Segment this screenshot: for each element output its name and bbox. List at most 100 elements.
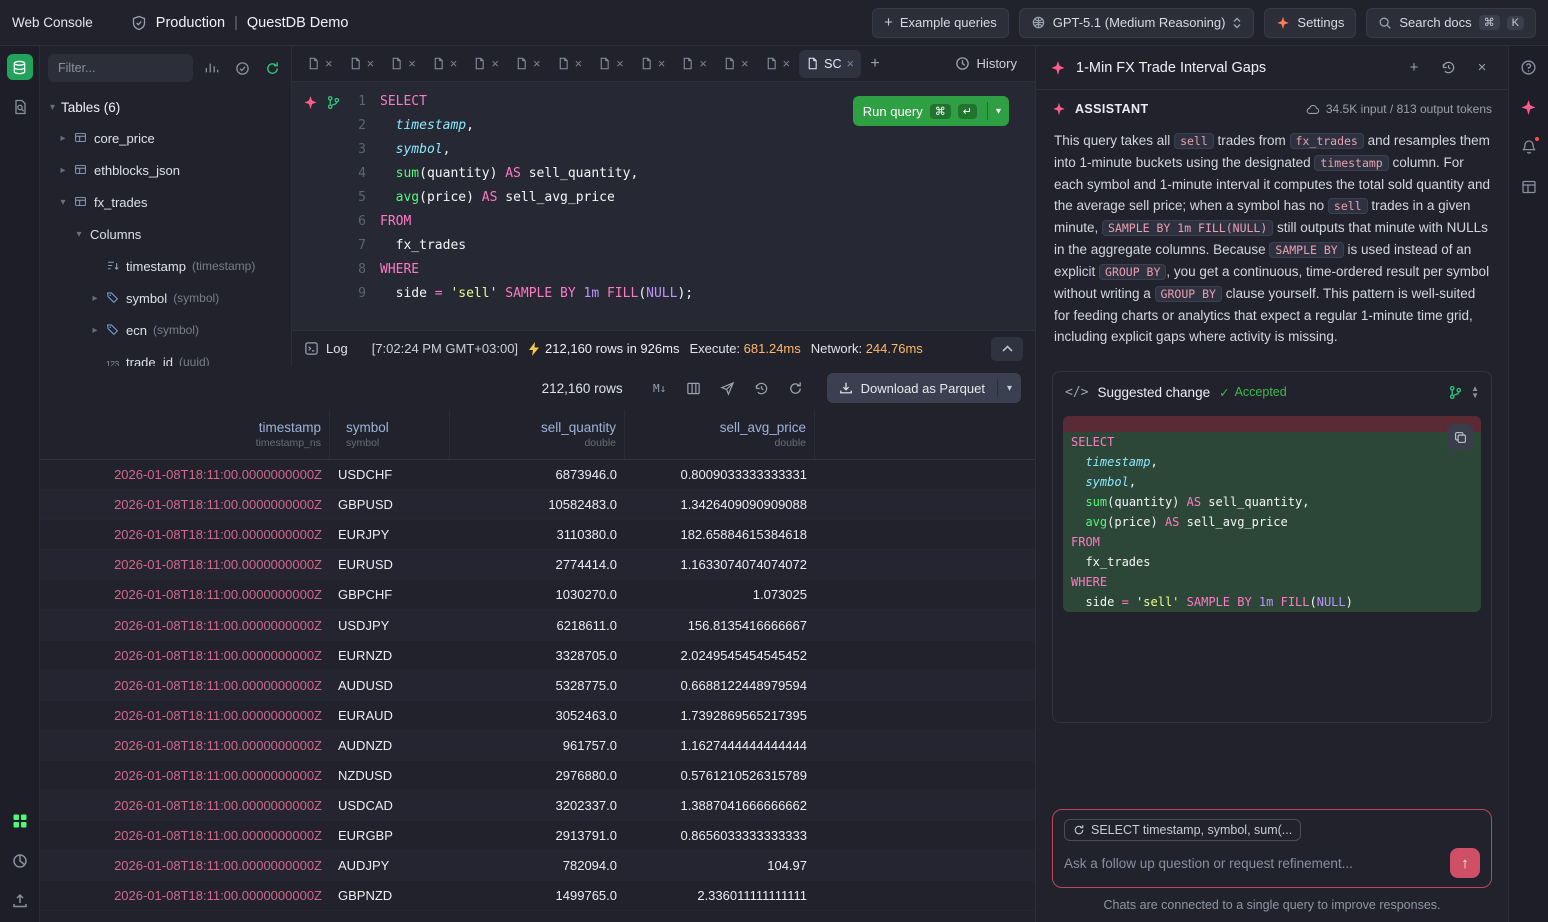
run-query-button[interactable]: Run query ⌘ ↵ ▾: [853, 96, 1009, 126]
close-tab-icon[interactable]: ×: [699, 56, 707, 71]
new-chat-button[interactable]: +: [1402, 56, 1426, 80]
code-line[interactable]: 8WHERE: [292, 258, 1035, 282]
collapse-log-button[interactable]: [991, 337, 1023, 361]
table-row[interactable]: 2026-01-08T18:11:00.0000000000ZGBPCHF103…: [40, 580, 1035, 610]
send-button[interactable]: ↑: [1450, 848, 1480, 878]
download-options-caret[interactable]: ▾: [998, 383, 1021, 394]
metrics-icon[interactable]: [201, 57, 223, 79]
column-header-symbol[interactable]: symbolsymbol: [330, 410, 450, 459]
tab[interactable]: ×: [550, 50, 590, 78]
close-tab-icon[interactable]: ×: [741, 56, 749, 71]
tab[interactable]: ×: [674, 50, 714, 78]
breadcrumb[interactable]: Production | QuestDB Demo: [131, 15, 349, 31]
assistant-toggle-icon[interactable]: [1516, 94, 1542, 120]
check-circle-icon[interactable]: [231, 57, 253, 79]
table-row[interactable]: 2026-01-08T18:11:00.0000000000ZUSDJPY621…: [40, 610, 1035, 640]
tree-item-trade_id[interactable]: 123trade_id(uuid): [40, 346, 291, 366]
table-row[interactable]: 2026-01-08T18:11:00.0000000000ZNZDUSD297…: [40, 761, 1035, 791]
export-share-icon[interactable]: [715, 375, 741, 401]
tab[interactable]: ×: [633, 50, 673, 78]
diff-stepper[interactable]: ▲▼: [1471, 385, 1479, 399]
markdown-copy-icon[interactable]: M↓: [647, 375, 673, 401]
table-row[interactable]: 2026-01-08T18:11:00.0000000000ZEURJPY311…: [40, 520, 1035, 550]
questdb-logo[interactable]: [7, 54, 33, 80]
filter-input[interactable]: [48, 54, 193, 82]
table-row[interactable]: 2026-01-08T18:11:00.0000000000ZEURAUD305…: [40, 701, 1035, 731]
followup-input[interactable]: [1064, 856, 1442, 871]
close-tab-icon[interactable]: ×: [408, 56, 416, 71]
close-tab-icon[interactable]: ×: [847, 56, 855, 71]
tab[interactable]: ×: [508, 50, 548, 78]
refresh-tables-icon[interactable]: [261, 57, 283, 79]
log-toggle[interactable]: Log: [304, 341, 348, 356]
tree-item-ecn[interactable]: ▸ecn(symbol): [40, 314, 291, 346]
tab[interactable]: ×: [591, 50, 631, 78]
git-branch-icon[interactable]: [325, 94, 342, 111]
refresh-results-icon[interactable]: [783, 375, 809, 401]
close-tab-icon[interactable]: ×: [783, 56, 791, 71]
tab[interactable]: ×: [383, 50, 423, 78]
run-options-caret[interactable]: ▾: [988, 106, 1009, 117]
tree-item-columns[interactable]: ▾Columns: [40, 218, 291, 250]
history-button[interactable]: History: [945, 50, 1027, 78]
grid-columns-icon[interactable]: [681, 375, 707, 401]
tree-item-timestamp[interactable]: timestamp(timestamp): [40, 250, 291, 282]
copy-code-button[interactable]: [1447, 424, 1473, 450]
tab[interactable]: ×: [466, 50, 506, 78]
code-line[interactable]: 5 avg(price) AS sell_avg_price: [292, 186, 1035, 210]
search-docs-button[interactable]: Search docs ⌘ K: [1366, 8, 1536, 38]
column-header-sell_quantity[interactable]: sell_quantitydouble: [450, 410, 625, 459]
close-tab-icon[interactable]: ×: [658, 56, 666, 71]
code-line[interactable]: 7 fx_trades: [292, 234, 1035, 258]
notifications-bell-icon[interactable]: [1516, 134, 1542, 160]
schema-panel-icon[interactable]: [1516, 174, 1542, 200]
table-row[interactable]: 2026-01-08T18:11:00.0000000000ZGBPUSD105…: [40, 490, 1035, 520]
close-tab-icon[interactable]: ×: [450, 56, 458, 71]
table-row[interactable]: 2026-01-08T18:11:00.0000000000ZAUDNZD961…: [40, 731, 1035, 761]
model-selector[interactable]: GPT-5.1 (Medium Reasoning): [1019, 8, 1255, 38]
close-tab-icon[interactable]: ×: [325, 56, 333, 71]
query-log-icon[interactable]: [7, 94, 33, 120]
grid-view-icon[interactable]: [7, 808, 33, 834]
tab-active[interactable]: SC×: [799, 50, 861, 78]
close-tab-icon[interactable]: ×: [491, 56, 499, 71]
table-row[interactable]: 2026-01-08T18:11:00.0000000000ZEURGBP291…: [40, 821, 1035, 851]
tree-item-ethblocks_json[interactable]: ▸ethblocks_json: [40, 154, 291, 186]
sql-editor[interactable]: 1SELECT2 timestamp,3 symbol,4 sum(quanti…: [292, 82, 1035, 330]
close-tab-icon[interactable]: ×: [616, 56, 624, 71]
column-header-timestamp[interactable]: timestamptimestamp_ns: [40, 410, 330, 459]
tab[interactable]: ×: [716, 50, 756, 78]
tab[interactable]: ×: [300, 50, 340, 78]
close-tab-icon[interactable]: ×: [533, 56, 541, 71]
table-row[interactable]: 2026-01-08T18:11:00.0000000000ZUSDCAD320…: [40, 791, 1035, 821]
table-row[interactable]: 2026-01-08T18:11:00.0000000000ZEURNZD332…: [40, 641, 1035, 671]
close-tab-icon[interactable]: ×: [575, 56, 583, 71]
code-line[interactable]: 3 symbol,: [292, 138, 1035, 162]
table-row[interactable]: 2026-01-08T18:11:00.0000000000ZAUDUSD532…: [40, 671, 1035, 701]
chat-history-button[interactable]: [1436, 56, 1460, 80]
help-icon[interactable]: [1516, 54, 1542, 80]
code-line[interactable]: 4 sum(quantity) AS sell_quantity,: [292, 162, 1035, 186]
table-row[interactable]: 2026-01-08T18:11:00.0000000000ZEURUSD277…: [40, 550, 1035, 580]
query-history-icon[interactable]: [749, 375, 775, 401]
table-row[interactable]: 2026-01-08T18:11:00.0000000000ZGBPNZD149…: [40, 881, 1035, 911]
tree-item-core_price[interactable]: ▸core_price: [40, 122, 291, 154]
ai-sparkle-icon[interactable]: [302, 94, 319, 111]
import-icon[interactable]: [7, 888, 33, 914]
example-queries-button[interactable]: + Example queries: [872, 8, 1009, 38]
new-tab-button[interactable]: +: [863, 52, 887, 76]
branch-apply-icon[interactable]: [1448, 385, 1463, 400]
tables-header[interactable]: ▾ Tables (6): [40, 92, 291, 122]
close-panel-button[interactable]: ×: [1470, 56, 1494, 80]
tree-item-fx_trades[interactable]: ▾fx_trades: [40, 186, 291, 218]
tab[interactable]: ×: [342, 50, 382, 78]
chart-view-icon[interactable]: [7, 848, 33, 874]
tree-item-symbol[interactable]: ▸symbol(symbol): [40, 282, 291, 314]
tab[interactable]: ×: [425, 50, 465, 78]
download-parquet-button[interactable]: Download as Parquet ▾: [827, 373, 1021, 403]
query-context-chip[interactable]: SELECT timestamp, symbol, sum(...: [1064, 819, 1301, 841]
close-tab-icon[interactable]: ×: [367, 56, 375, 71]
table-row[interactable]: 2026-01-08T18:11:00.0000000000ZAUDJPY782…: [40, 851, 1035, 881]
column-header-sell_avg_price[interactable]: sell_avg_pricedouble: [625, 410, 815, 459]
code-line[interactable]: 9 side = 'sell' SAMPLE BY 1m FILL(NULL);: [292, 282, 1035, 306]
